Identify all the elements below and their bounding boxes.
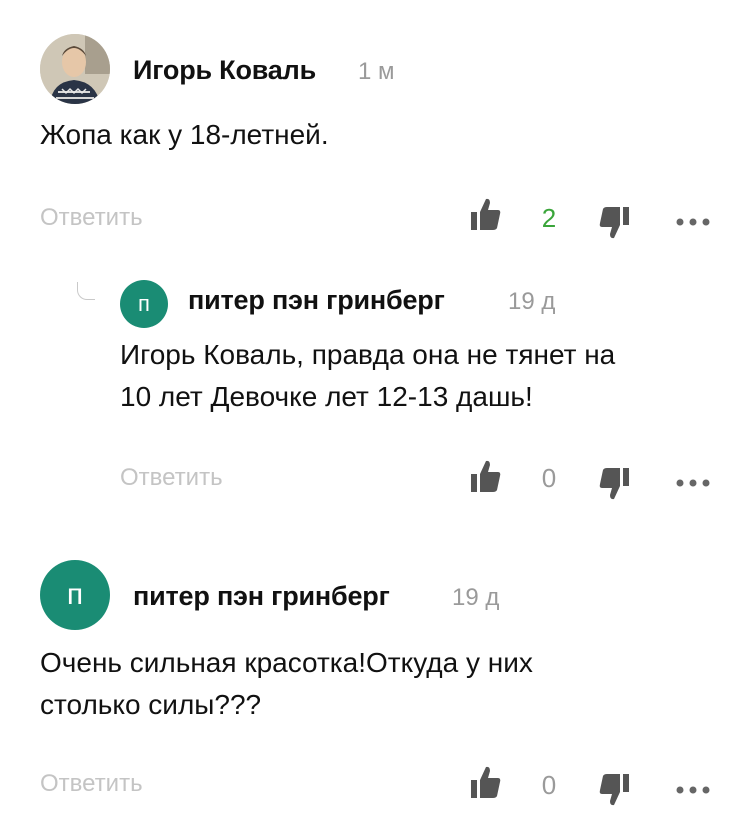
comment-1: Игорь Коваль 1 м Жопа как у 18-летней. О… xyxy=(0,0,750,250)
comment-time: 19 д xyxy=(452,584,500,611)
avatar-photo xyxy=(40,34,110,104)
avatar[interactable] xyxy=(40,34,110,104)
like-count: 2 xyxy=(541,203,557,233)
comment-text: Жопа как у 18-летней. xyxy=(40,119,329,150)
thumbs-down-icon[interactable] xyxy=(598,772,630,813)
thumbs-down-icon[interactable] xyxy=(598,466,630,507)
comment-text-line-2: столько силы??? xyxy=(40,689,262,720)
reply-button[interactable]: Ответить xyxy=(40,204,143,232)
avatar-letter: п xyxy=(138,291,150,316)
reply-button[interactable]: Ответить xyxy=(40,770,143,798)
thumbs-down-icon[interactable] xyxy=(598,205,630,246)
thread-connector xyxy=(77,282,95,300)
thumbs-up-icon[interactable] xyxy=(470,764,502,805)
author-name[interactable]: питер пэн гринберг xyxy=(133,581,390,612)
comment-time: 19 д xyxy=(508,288,556,315)
thumbs-up-icon[interactable] xyxy=(470,458,502,499)
like-count: 0 xyxy=(541,770,557,800)
reply-button[interactable]: Ответить xyxy=(120,464,223,492)
author-name[interactable]: Игорь Коваль xyxy=(133,55,316,86)
like-count: 0 xyxy=(541,463,557,493)
more-dots-icon[interactable] xyxy=(676,213,710,231)
comment-3: п питер пэн гринберг 19 д Очень сильная … xyxy=(0,560,750,818)
avatar[interactable]: п xyxy=(120,280,168,328)
comment-text-line-1: Очень сильная красотка!Откуда у них xyxy=(40,647,533,678)
comment-text-line-2: 10 лет Девочке лет 12-13 дашь! xyxy=(120,381,533,412)
thumbs-up-icon[interactable] xyxy=(470,196,502,237)
more-dots-icon[interactable] xyxy=(676,474,710,492)
more-dots-icon[interactable] xyxy=(676,781,710,799)
comment-time: 1 м xyxy=(358,58,395,85)
author-name[interactable]: питер пэн гринберг xyxy=(188,285,445,316)
comment-text-line-1: Игорь Коваль, правда она не тянет на xyxy=(120,339,616,370)
avatar-letter: п xyxy=(66,578,84,611)
comment-2-reply: п питер пэн гринберг 19 д Игорь Коваль, … xyxy=(0,260,750,520)
avatar[interactable]: п xyxy=(40,560,110,630)
